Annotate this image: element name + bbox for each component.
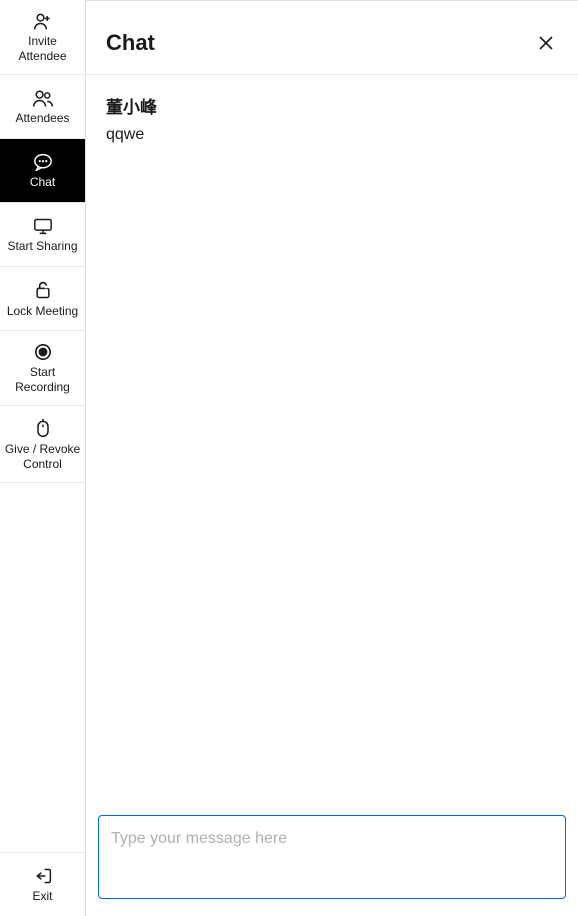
sidebar-item-give-revoke-control[interactable]: Give / Revoke Control — [0, 406, 85, 483]
sidebar-item-label: Start Recording — [4, 365, 81, 395]
top-border — [86, 0, 578, 12]
person-plus-icon — [33, 12, 53, 30]
close-icon — [538, 35, 554, 51]
sidebar-item-exit[interactable]: Exit — [0, 852, 85, 916]
message-sender: 董小峰 — [106, 93, 558, 118]
sidebar-item-attendees[interactable]: Attendees — [0, 75, 85, 139]
sidebar-item-start-recording[interactable]: Start Recording — [0, 331, 85, 406]
sidebar-item-invite-attendee[interactable]: Invite Attendee — [0, 0, 85, 75]
screen-icon — [33, 217, 53, 235]
chat-title: Chat — [106, 30, 155, 56]
sidebar-item-chat[interactable]: Chat — [0, 139, 85, 203]
message-text: qqwe — [106, 124, 558, 146]
sidebar-item-label: Start Sharing — [7, 239, 77, 254]
mouse-icon — [36, 418, 50, 438]
sidebar-item-label: Give / Revoke Control — [4, 442, 81, 472]
sidebar-item-lock-meeting[interactable]: Lock Meeting — [0, 267, 85, 331]
lock-open-icon — [34, 280, 52, 300]
sidebar-item-label: Invite Attendee — [4, 34, 81, 64]
sidebar-item-label: Attendees — [15, 111, 69, 126]
chat-panel: Chat 董小峰 qqwe — [86, 0, 578, 916]
close-button[interactable] — [534, 31, 558, 55]
chat-message: 董小峰 qqwe — [106, 93, 558, 146]
chat-icon — [33, 153, 53, 171]
chat-messages: 董小峰 qqwe — [86, 75, 578, 815]
chat-input-area — [86, 815, 578, 916]
sidebar-item-start-sharing[interactable]: Start Sharing — [0, 203, 85, 267]
sidebar-item-label: Exit — [32, 889, 52, 904]
sidebar-spacer — [0, 483, 85, 852]
exit-icon — [34, 867, 52, 885]
people-icon — [32, 89, 54, 107]
chat-input[interactable] — [98, 815, 566, 899]
sidebar: Invite Attendee Attendees Chat — [0, 0, 86, 916]
sidebar-item-label: Lock Meeting — [7, 304, 78, 319]
record-icon — [34, 343, 52, 361]
sidebar-item-label: Chat — [30, 175, 55, 190]
chat-header: Chat — [86, 12, 578, 75]
